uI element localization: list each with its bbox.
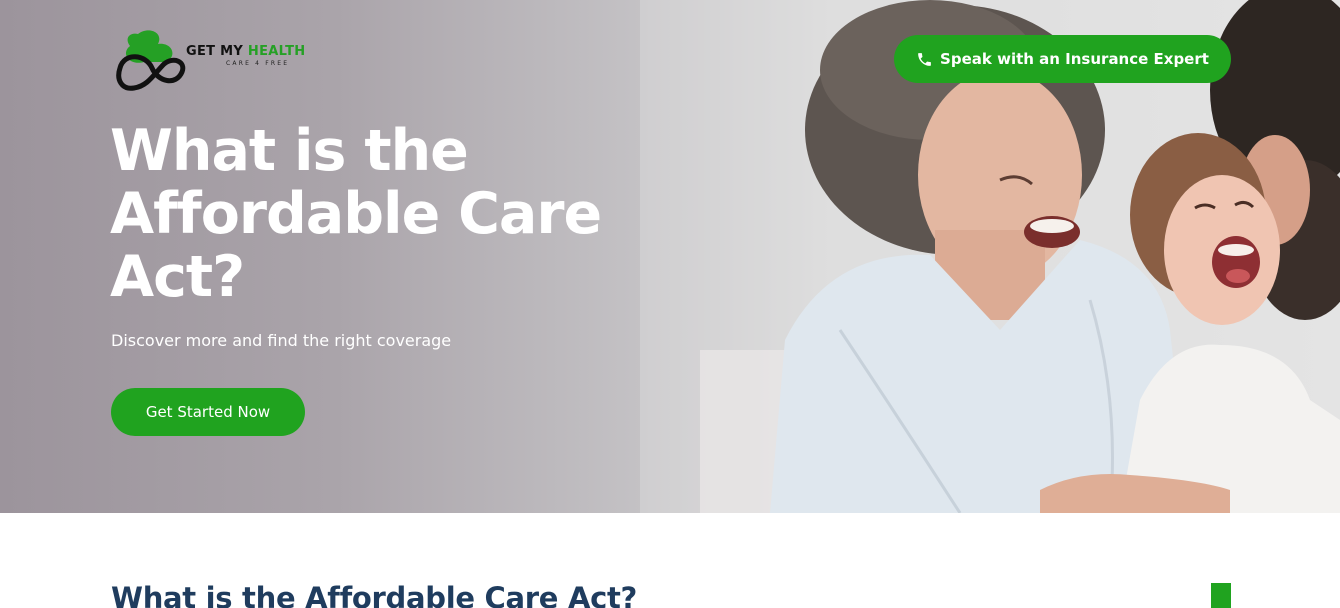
green-accent-block	[1211, 583, 1231, 608]
phone-icon	[918, 52, 931, 66]
hero-title-line: Affordable Care	[110, 181, 602, 247]
brand-logo[interactable]: GET MY HEALTH CARE 4 FREE	[114, 28, 324, 94]
logo-name: GET MY HEALTH	[186, 44, 306, 59]
get-started-button[interactable]: Get Started Now	[111, 388, 305, 436]
speak-with-expert-button[interactable]: Speak with an Insurance Expert	[894, 35, 1231, 83]
hero-subtitle: Discover more and find the right coverag…	[111, 331, 452, 350]
hero-title-line: Act?	[110, 244, 245, 310]
hero-title: What is the Affordable Care Act?	[110, 120, 670, 309]
logo-tagline: CARE 4 FREE	[226, 60, 290, 67]
expert-button-label: Speak with an Insurance Expert	[940, 50, 1209, 68]
logo-mark-icon	[116, 30, 186, 91]
section-title: What is the Affordable Care Act?	[111, 581, 638, 608]
hero-title-line: What is the	[110, 118, 469, 184]
hero-banner: GET MY HEALTH CARE 4 FREE Speak with an …	[0, 0, 1340, 513]
logo-wordmark: GET MY HEALTH CARE 4 FREE	[186, 44, 305, 67]
